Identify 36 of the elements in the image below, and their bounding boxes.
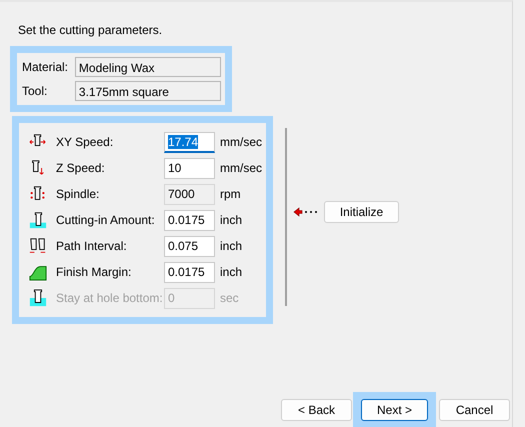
path-interval-icon <box>29 237 47 255</box>
unit-label: inch <box>220 239 242 253</box>
dialog-button[interactable]: Cancel <box>439 399 510 421</box>
field-label: Stay at hole bottom: <box>56 291 164 305</box>
input-field: 0 <box>164 288 215 308</box>
spindle-icon <box>29 185 47 203</box>
input-field[interactable]: 0.0175 <box>164 210 215 230</box>
unit-label: inch <box>220 213 242 227</box>
cutter-hole-icon <box>29 289 47 307</box>
unit-label: sec <box>220 291 239 305</box>
initialize-button[interactable]: Initialize <box>324 201 399 223</box>
readonly-field: 3.175mm square <box>74 81 221 101</box>
instruction-text: Set the cutting parameters. <box>18 23 164 38</box>
input-field[interactable]: 0.0175 <box>164 262 215 282</box>
input-field[interactable]: 17.74 <box>164 132 215 152</box>
input-field[interactable]: 0.075 <box>164 236 215 256</box>
field-label: Z Speed: <box>56 161 106 175</box>
dotted-arrow-icon <box>293 207 319 217</box>
field-label: Spindle: <box>56 187 100 201</box>
field-label: Tool: <box>21 84 48 98</box>
field-label: Path Interval: <box>56 239 128 253</box>
finish-margin-icon <box>29 263 47 281</box>
unit-label: mm/sec <box>220 135 262 149</box>
field-label: Cutting-in Amount: <box>56 213 156 227</box>
field-label: XY Speed: <box>56 135 114 149</box>
cutter-depth-icon <box>29 211 47 229</box>
dialog-button[interactable]: < Back <box>281 399 352 421</box>
field-label: Finish Margin: <box>56 265 132 279</box>
unit-label: mm/sec <box>220 161 262 175</box>
field-label: Material: <box>21 60 70 74</box>
unit-label: inch <box>220 265 242 279</box>
readonly-field: Modeling Wax <box>74 57 221 77</box>
unit-label: rpm <box>220 187 241 201</box>
dialog-button[interactable]: Next > <box>361 399 428 421</box>
input-field[interactable]: 10 <box>164 158 215 178</box>
input-field: 7000 <box>164 184 215 204</box>
